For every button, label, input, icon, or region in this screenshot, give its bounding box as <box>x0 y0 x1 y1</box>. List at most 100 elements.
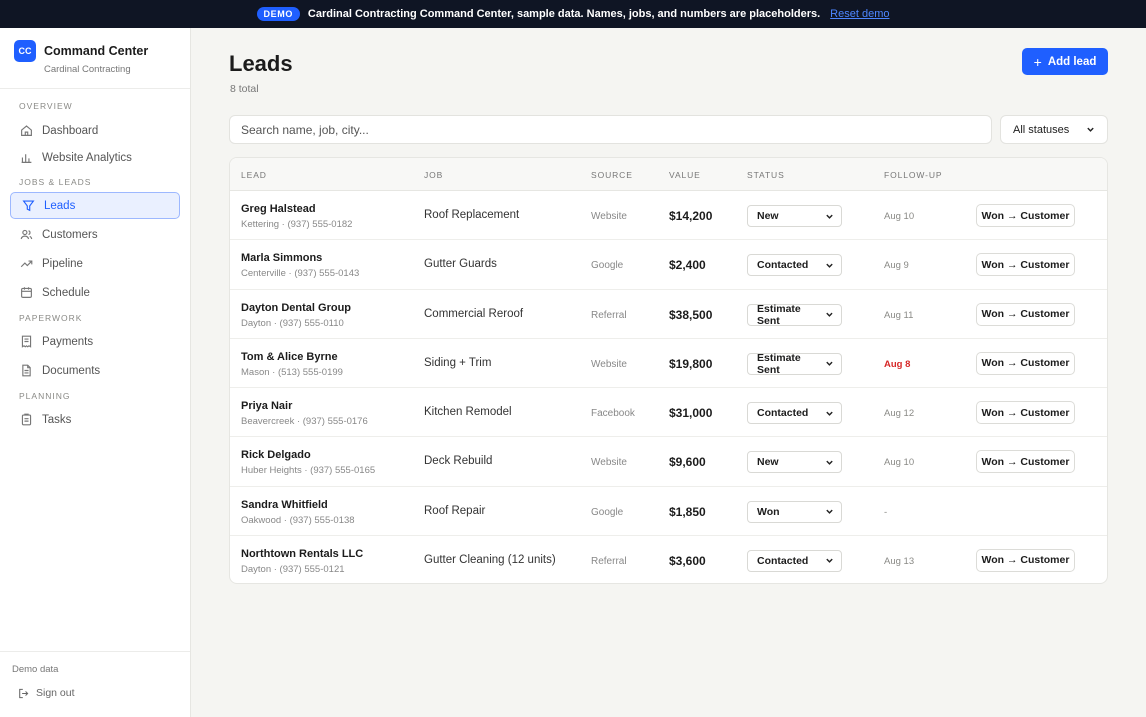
section-label-jobs-leads: Jobs & Leads <box>19 177 92 187</box>
column-header-value: Value <box>669 170 701 180</box>
sidebar-item-tasks[interactable]: Tasks <box>0 406 190 433</box>
status-value: Contacted <box>757 259 809 272</box>
add-lead-button[interactable]: + Add lead <box>1022 48 1108 75</box>
lead-name[interactable]: Sandra Whitfield <box>241 499 328 511</box>
lead-job: Deck Rebuild <box>424 455 493 468</box>
sidebar-item-dashboard[interactable]: Dashboard <box>0 117 190 144</box>
lead-job: Siding + Trim <box>424 356 492 369</box>
brand-title: Command Center <box>44 44 149 58</box>
sidebar-item-leads[interactable]: Leads <box>10 192 180 219</box>
status-select[interactable]: Estimate Sent <box>747 303 842 327</box>
section-label-overview: Overview <box>19 101 73 111</box>
lead-name[interactable]: Marla Simmons <box>241 252 322 264</box>
won-to-customer-button[interactable]: Won → Customer <box>976 401 1075 424</box>
table-row[interactable]: Marla Simmons Centerville · (937) 555-01… <box>230 240 1107 290</box>
lead-name[interactable]: Tom & Alice Byrne <box>241 351 338 363</box>
lead-name[interactable]: Rick Delgado <box>241 449 311 461</box>
table-row[interactable]: Greg Halstead Kettering · (937) 555-0182… <box>230 191 1107 241</box>
brand-logo: CC <box>14 40 36 62</box>
lead-job: Roof Replacement <box>424 209 520 221</box>
bar-chart-icon <box>21 154 32 163</box>
follow-up-date: Aug 12 <box>884 408 915 419</box>
status-select[interactable]: New <box>747 205 842 227</box>
status-select[interactable]: New <box>747 451 842 474</box>
status-select[interactable]: Estimate Sent <box>747 351 842 376</box>
status-value: Estimate Sent <box>757 351 801 376</box>
lead-location-phone: Oakwood · (937) 555-0138 <box>241 514 355 526</box>
lead-location-phone: Mason · (513) 555-0199 <box>241 366 343 378</box>
table-row[interactable]: Tom & Alice Byrne Mason · (513) 555-0199… <box>230 339 1107 388</box>
table-row[interactable]: Dayton Dental Group Dayton · (937) 555-0… <box>230 290 1107 339</box>
lead-job: Gutter Guards <box>424 258 497 271</box>
lead-value: $38,500 <box>669 307 713 322</box>
sidebar-item-website-analytics[interactable]: Website Analytics <box>0 144 190 171</box>
status-filter-select[interactable]: All statuses <box>1000 115 1108 144</box>
lead-location-phone: Huber Heights · (937) 555-0165 <box>241 465 376 477</box>
sign-out-button[interactable]: Sign out <box>0 675 190 699</box>
won-to-customer-button[interactable]: Won → Customer <box>976 302 1075 326</box>
table-row[interactable]: Sandra Whitfield Oakwood · (937) 555-013… <box>230 487 1107 536</box>
lead-name[interactable]: Priya Nair <box>241 400 292 412</box>
section-label-paperwork: Paperwork <box>19 313 83 323</box>
reset-demo-link[interactable]: Reset demo <box>830 8 889 20</box>
demo-banner: DEMO Cardinal Contracting Command Center… <box>0 0 1146 28</box>
lead-name[interactable]: Dayton Dental Group <box>241 302 351 314</box>
status-value: Contacted <box>757 407 809 419</box>
lead-name[interactable]: Greg Halstead <box>241 203 316 215</box>
sidebar-item-pipeline[interactable]: Pipeline <box>0 250 190 277</box>
sidebar-item-label: Schedule <box>42 286 90 299</box>
lead-location-phone: Kettering · (937) 555-0182 <box>241 219 353 230</box>
won-to-customer-button[interactable]: Won → Customer <box>976 204 1075 227</box>
banner-message: Cardinal Contracting Command Center, sam… <box>307 8 821 20</box>
table-header: Lead Job Source Value Status Follow-up <box>230 158 1107 191</box>
table-row[interactable]: Rick Delgado Huber Heights · (937) 555-0… <box>230 437 1107 487</box>
follow-up-date: Aug 10 <box>884 457 915 469</box>
page-title: Leads <box>229 51 293 76</box>
trend-icon <box>20 260 33 268</box>
sidebar-item-label: Dashboard <box>42 124 99 137</box>
sidebar-item-label: Customers <box>42 228 98 241</box>
demo-data-label: Demo data <box>12 664 59 675</box>
follow-up-date: - <box>884 506 888 518</box>
sidebar-item-schedule[interactable]: Schedule <box>0 279 190 306</box>
column-header-follow-up: Follow-up <box>884 170 943 180</box>
status-select[interactable]: Contacted <box>747 254 842 277</box>
lead-source: Google <box>591 260 624 272</box>
sidebar-item-label: Website Analytics <box>42 151 132 164</box>
sidebar: CC Command Center Cardinal Contracting O… <box>0 28 191 717</box>
lead-name[interactable]: Northtown Rentals LLC <box>241 548 363 560</box>
lead-source: Referral <box>591 555 627 567</box>
won-to-customer-button[interactable]: Won → Customer <box>976 450 1075 474</box>
lead-job: Commercial Reroof <box>424 307 524 320</box>
won-to-customer-button[interactable]: Won → Customer <box>976 548 1075 572</box>
won-to-customer-button[interactable]: Won → Customer <box>976 253 1075 277</box>
status-select[interactable]: Won <box>747 500 842 523</box>
lead-value: $19,800 <box>669 356 713 371</box>
won-to-customer-button[interactable]: Won → Customer <box>976 351 1075 375</box>
status-select[interactable]: Contacted <box>747 402 842 424</box>
table-row[interactable]: Priya Nair Beavercreek · (937) 555-0176 … <box>230 388 1107 438</box>
demo-pill: DEMO <box>256 7 300 21</box>
lead-job: Gutter Cleaning (12 units) <box>424 553 556 566</box>
sidebar-footer: Demo data Sign out <box>0 651 190 717</box>
lead-source: Facebook <box>591 408 635 419</box>
status-select[interactable]: Contacted <box>747 549 842 572</box>
chevron-down-icon <box>826 361 833 367</box>
follow-up-date: Aug 13 <box>884 555 915 567</box>
follow-up-date: Aug 11 <box>884 309 914 321</box>
sidebar-item-payments[interactable]: Payments <box>0 328 190 355</box>
sidebar-item-label: Payments <box>42 335 94 348</box>
lead-value: $2,400 <box>669 258 706 273</box>
add-lead-label: Add lead <box>1047 55 1097 68</box>
brand: CC Command Center Cardinal Contracting <box>0 28 190 89</box>
follow-up-date: Aug 9 <box>884 260 909 272</box>
follow-up-date: Aug 10 <box>884 211 915 222</box>
sidebar-item-documents[interactable]: Documents <box>0 357 190 384</box>
chevron-down-icon <box>826 312 833 317</box>
column-header-lead: Lead <box>241 170 267 180</box>
table-row[interactable]: Northtown Rentals LLC Dayton · (937) 555… <box>230 536 1107 583</box>
chevron-down-icon <box>1087 127 1094 132</box>
sidebar-item-customers[interactable]: Customers <box>0 221 190 248</box>
search-input[interactable] <box>229 115 992 144</box>
lead-value: $1,850 <box>669 504 706 519</box>
